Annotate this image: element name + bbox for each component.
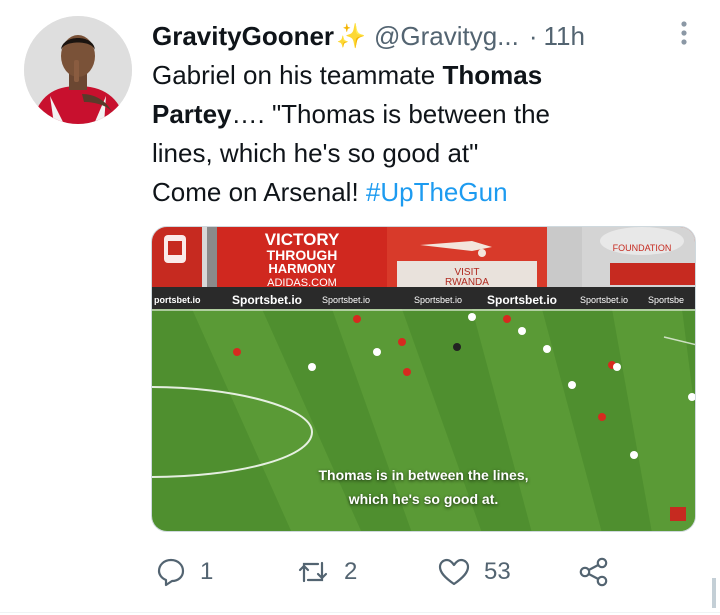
heart-icon bbox=[438, 558, 470, 586]
broadcaster-logo-icon bbox=[670, 507, 686, 521]
share-button[interactable] bbox=[578, 552, 610, 592]
more-options-button[interactable] bbox=[676, 20, 692, 46]
reply-button[interactable]: 1 bbox=[156, 552, 213, 592]
tweet-actions: 1 2 53 bbox=[152, 552, 622, 592]
bold-name-first: Thomas bbox=[442, 60, 543, 90]
video-caption-line-1: Thomas is in between the lines, bbox=[318, 467, 529, 483]
banner-harmony: HARMONY bbox=[268, 261, 335, 276]
tweet-text: Gabriel on his teammate Thomas Partey…. … bbox=[152, 56, 692, 212]
display-name[interactable]: GravityGooner bbox=[152, 21, 334, 52]
banner-rwanda: RWANDA bbox=[445, 277, 489, 288]
user-handle[interactable]: @Gravityg... bbox=[374, 21, 519, 52]
avatar-image bbox=[24, 16, 132, 124]
banner-foundation: FOUNDATION bbox=[613, 243, 672, 253]
ad-board-sponsor-6: Sportsbe bbox=[648, 295, 684, 305]
timestamp[interactable]: 11h bbox=[544, 21, 585, 52]
ad-board-sponsor-2: Sportsbet.io bbox=[322, 295, 370, 305]
tweet-text-line-3: lines, which he's so good at" bbox=[152, 138, 479, 168]
retweet-count: 2 bbox=[344, 558, 358, 585]
bold-name-last: Partey bbox=[152, 99, 232, 129]
ad-board-sponsor-left: portsbet.io bbox=[154, 295, 201, 305]
ad-board-sponsor-4: Sportsbet.io bbox=[487, 293, 557, 307]
tweet-header: GravityGooner ✨ @Gravityg... · 11h bbox=[152, 20, 680, 52]
retweet-button[interactable]: 2 bbox=[296, 552, 357, 592]
like-button[interactable]: 53 bbox=[438, 552, 511, 592]
reply-count: 1 bbox=[200, 558, 214, 585]
hashtag-link[interactable]: #UpTheGun bbox=[366, 177, 508, 207]
like-count: 53 bbox=[484, 558, 511, 585]
tweet-text-line-1: Gabriel on his teammate Thomas bbox=[152, 60, 543, 90]
divider bbox=[0, 612, 720, 613]
scroll-indicator bbox=[712, 578, 716, 608]
more-vertical-icon bbox=[681, 21, 687, 45]
reply-icon bbox=[157, 558, 185, 587]
tweet-text-line-4: Come on Arsenal! #UpTheGun bbox=[152, 177, 508, 207]
video-frame: VICTORY THROUGH HARMONY ADIDAS.COM VISIT… bbox=[152, 227, 695, 531]
separator-dot: · bbox=[528, 20, 538, 51]
video-caption-line-2: which he's so good at. bbox=[348, 491, 499, 507]
tweet-text-line-2: Partey…. "Thomas is between the bbox=[152, 99, 550, 129]
tweet-media-video[interactable]: VICTORY THROUGH HARMONY ADIDAS.COM VISIT… bbox=[151, 226, 696, 532]
ad-board-sponsor-1: Sportsbet.io bbox=[232, 293, 302, 307]
share-icon bbox=[579, 557, 608, 587]
avatar[interactable] bbox=[24, 16, 132, 124]
sparkles-emoji-icon: ✨ bbox=[336, 22, 366, 50]
retweet-icon bbox=[298, 561, 328, 583]
ad-board-sponsor-5: Sportsbet.io bbox=[580, 295, 628, 305]
ad-board-sponsor-3: Sportsbet.io bbox=[414, 295, 462, 305]
